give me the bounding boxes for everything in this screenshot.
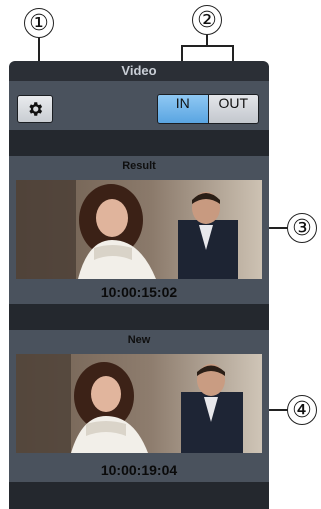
new-timecode: 10:00:19:04	[100, 462, 178, 478]
result-section: Result 10:00:15:02	[9, 156, 269, 304]
video-panel: Video IN OUT Result 10:00:15:02 New 10:0…	[9, 61, 269, 509]
result-timecode: 10:00:15:02	[100, 284, 178, 300]
result-video-image	[16, 180, 262, 279]
gear-icon	[29, 102, 43, 116]
new-label: New	[127, 334, 151, 346]
video-toolbar: IN OUT	[9, 81, 269, 130]
in-button[interactable]: IN	[158, 95, 209, 123]
callout-3: ③	[287, 213, 317, 243]
new-video-frame	[16, 354, 262, 453]
spacer	[9, 130, 269, 156]
callout-2-leader-bar	[181, 45, 233, 47]
new-section: New 10:00:19:04	[9, 330, 269, 482]
out-button[interactable]: OUT	[208, 95, 258, 123]
result-label: Result	[122, 160, 156, 172]
new-video-image	[16, 354, 262, 453]
spacer	[9, 304, 269, 330]
in-out-toggle: IN OUT	[157, 94, 259, 124]
callout-2-leader-stem	[206, 35, 208, 45]
settings-button[interactable]	[17, 95, 53, 123]
callout-2: ②	[192, 5, 222, 35]
callout-4: ④	[287, 395, 317, 425]
callout-1: ①	[24, 8, 54, 38]
panel-title: Video	[121, 63, 157, 78]
result-video-frame	[16, 180, 262, 279]
spacer	[9, 482, 269, 509]
